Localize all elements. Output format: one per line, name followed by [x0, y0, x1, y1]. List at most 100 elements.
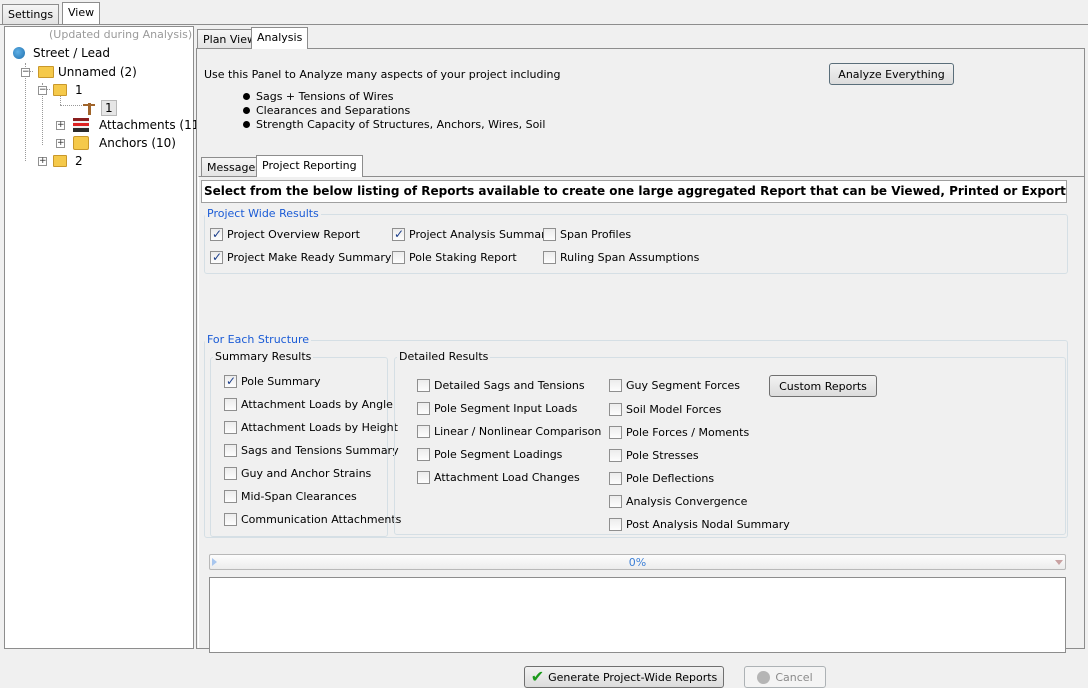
checkbox-label: Attachment Loads by Angle: [241, 398, 393, 411]
for-each-structure-title: For Each Structure: [205, 333, 312, 346]
checkbox-icon[interactable]: [224, 490, 237, 503]
bullet-item: Strength Capacity of Structures, Anchors…: [243, 118, 545, 131]
progress-label: 0%: [628, 556, 647, 569]
progress-bar: 0%: [209, 554, 1066, 570]
tree-node-attachments[interactable]: + Attachments (11): [56, 116, 204, 134]
checkbox-icon[interactable]: [224, 421, 237, 434]
checkbox-icon[interactable]: [543, 228, 556, 241]
expand-icon[interactable]: +: [38, 156, 47, 166]
tree-node-label: Street / Lead: [33, 46, 110, 60]
checkbox-attachment-load-changes[interactable]: Attachment Load Changes: [417, 471, 580, 484]
cancel-button[interactable]: Cancel: [744, 666, 826, 688]
project-reporting-panel: Select from the below listing of Reports…: [198, 176, 1085, 688]
checkbox-label: Soil Model Forces: [626, 403, 722, 416]
tree-node-label-selected: 1: [101, 100, 117, 116]
checkbox-icon[interactable]: [417, 471, 430, 484]
analysis-intro: Use this Panel to Analyze many aspects o…: [204, 68, 561, 81]
custom-reports-button[interactable]: Custom Reports: [769, 375, 877, 397]
tree-connector: [60, 105, 84, 106]
checkbox-analysis-convergence[interactable]: Analysis Convergence: [609, 495, 747, 508]
checkbox-icon[interactable]: [609, 472, 622, 485]
tree-node-pole-2[interactable]: + 2: [38, 152, 83, 170]
checkbox-icon[interactable]: [417, 402, 430, 415]
tree-node-label: Anchors (10): [99, 136, 176, 150]
checkbox-icon[interactable]: [609, 518, 622, 531]
expand-icon[interactable]: +: [56, 138, 65, 148]
tab-settings[interactable]: Settings: [2, 4, 60, 24]
analyze-everything-button[interactable]: Analyze Everything: [829, 63, 954, 85]
checkbox-detailed-sags-and-tensions[interactable]: Detailed Sags and Tensions: [417, 379, 585, 392]
checkbox-icon[interactable]: [417, 425, 430, 438]
checkbox-project-analysis-summary[interactable]: Project Analysis Summary: [392, 227, 553, 241]
checkbox-icon[interactable]: [224, 513, 237, 526]
tab-analysis[interactable]: Analysis: [251, 27, 309, 49]
checkbox-icon[interactable]: [224, 467, 237, 480]
checkbox-mid-span-clearances[interactable]: Mid-Span Clearances: [224, 490, 357, 503]
bullet-icon: [243, 107, 250, 114]
checkbox-icon[interactable]: [224, 374, 237, 388]
checkbox-linear-nonlinear-comparison[interactable]: Linear / Nonlinear Comparison: [417, 425, 601, 438]
checkbox-pole-segment-loadings[interactable]: Pole Segment Loadings: [417, 448, 562, 461]
tab-project-reporting[interactable]: Project Reporting: [256, 155, 363, 177]
checkbox-label: Pole Segment Loadings: [434, 448, 563, 461]
folder-icon: [38, 66, 54, 78]
checkbox-communication-attachments[interactable]: Communication Attachments: [224, 513, 401, 526]
collapse-icon[interactable]: −: [21, 67, 30, 77]
expand-icon[interactable]: +: [56, 120, 65, 130]
checkbox-label: Guy and Anchor Strains: [241, 467, 372, 480]
progress-left-arrow-icon: [212, 558, 217, 566]
pole-icon: [82, 102, 96, 115]
bullet-item: Clearances and Separations: [243, 104, 410, 117]
checkbox-project-overview-report[interactable]: Project Overview Report: [210, 227, 360, 241]
checkbox-icon[interactable]: [609, 379, 622, 392]
checkbox-icon[interactable]: [609, 426, 622, 439]
checkbox-attachment-loads-by-angle[interactable]: Attachment Loads by Angle: [224, 398, 393, 411]
checkbox-icon[interactable]: [210, 227, 223, 241]
tab-view[interactable]: View: [62, 2, 101, 24]
checkbox-attachment-loads-by-height[interactable]: Attachment Loads by Height: [224, 421, 398, 434]
checkbox-label: Project Analysis Summary: [409, 228, 553, 241]
collapse-icon[interactable]: −: [38, 85, 47, 95]
report-output-area[interactable]: [209, 577, 1066, 653]
checkbox-icon[interactable]: [392, 251, 405, 264]
bullet-text: Strength Capacity of Structures, Anchors…: [256, 118, 546, 131]
checkbox-post-analysis-nodal-summary[interactable]: Post Analysis Nodal Summary: [609, 518, 790, 531]
checkbox-icon[interactable]: [609, 403, 622, 416]
checkbox-pole-forces-moments[interactable]: Pole Forces / Moments: [609, 426, 749, 439]
checkbox-icon[interactable]: [417, 448, 430, 461]
checkbox-pole-deflections[interactable]: Pole Deflections: [609, 472, 714, 485]
checkbox-soil-model-forces[interactable]: Soil Model Forces: [609, 403, 721, 416]
checkbox-icon[interactable]: [609, 449, 622, 462]
analysis-panel: Use this Panel to Analyze many aspects o…: [196, 48, 1085, 688]
checkbox-sags-and-tensions-summary[interactable]: Sags and Tensions Summary: [224, 444, 399, 457]
checkbox-icon[interactable]: [210, 250, 223, 264]
tree-node-anchors[interactable]: + Anchors (10): [56, 134, 176, 152]
summary-results-title: Summary Results: [213, 350, 314, 363]
tree-node-pole-1-structure[interactable]: 1: [82, 99, 117, 117]
stop-circle-icon: [757, 670, 771, 684]
checkbox-pole-summary[interactable]: Pole Summary: [224, 374, 320, 388]
tree-node-unnamed[interactable]: − Unnamed (2): [21, 63, 137, 81]
tree-node-street-lead[interactable]: Street / Lead: [13, 44, 110, 62]
checkbox-icon[interactable]: [609, 495, 622, 508]
bullet-text: Clearances and Separations: [256, 104, 411, 117]
checkbox-guy-segment-forces[interactable]: Guy Segment Forces: [609, 379, 740, 392]
structure-folder-icon: [53, 155, 67, 167]
checkbox-pole-segment-input-loads[interactable]: Pole Segment Input Loads: [417, 402, 577, 415]
attachments-icon: [73, 118, 89, 132]
checkbox-icon[interactable]: [543, 251, 556, 264]
checkbox-span-profiles[interactable]: Span Profiles: [543, 228, 631, 241]
bullet-icon: [243, 93, 250, 100]
checkbox-icon[interactable]: [392, 227, 405, 241]
checkbox-ruling-span-assumptions[interactable]: Ruling Span Assumptions: [543, 251, 699, 264]
checkbox-project-make-ready-summary[interactable]: Project Make Ready Summary: [210, 250, 391, 264]
tree-node-pole-1[interactable]: − 1: [38, 81, 83, 99]
checkbox-icon[interactable]: [224, 444, 237, 457]
checkbox-pole-stresses[interactable]: Pole Stresses: [609, 449, 699, 462]
checkbox-pole-staking-report[interactable]: Pole Staking Report: [392, 251, 517, 264]
checkbox-label: Pole Segment Input Loads: [434, 402, 578, 415]
checkbox-icon[interactable]: [417, 379, 430, 392]
generate-project-wide-reports-button[interactable]: ✔ Generate Project-Wide Reports: [524, 666, 724, 688]
checkbox-guy-and-anchor-strains[interactable]: Guy and Anchor Strains: [224, 467, 371, 480]
checkbox-icon[interactable]: [224, 398, 237, 411]
